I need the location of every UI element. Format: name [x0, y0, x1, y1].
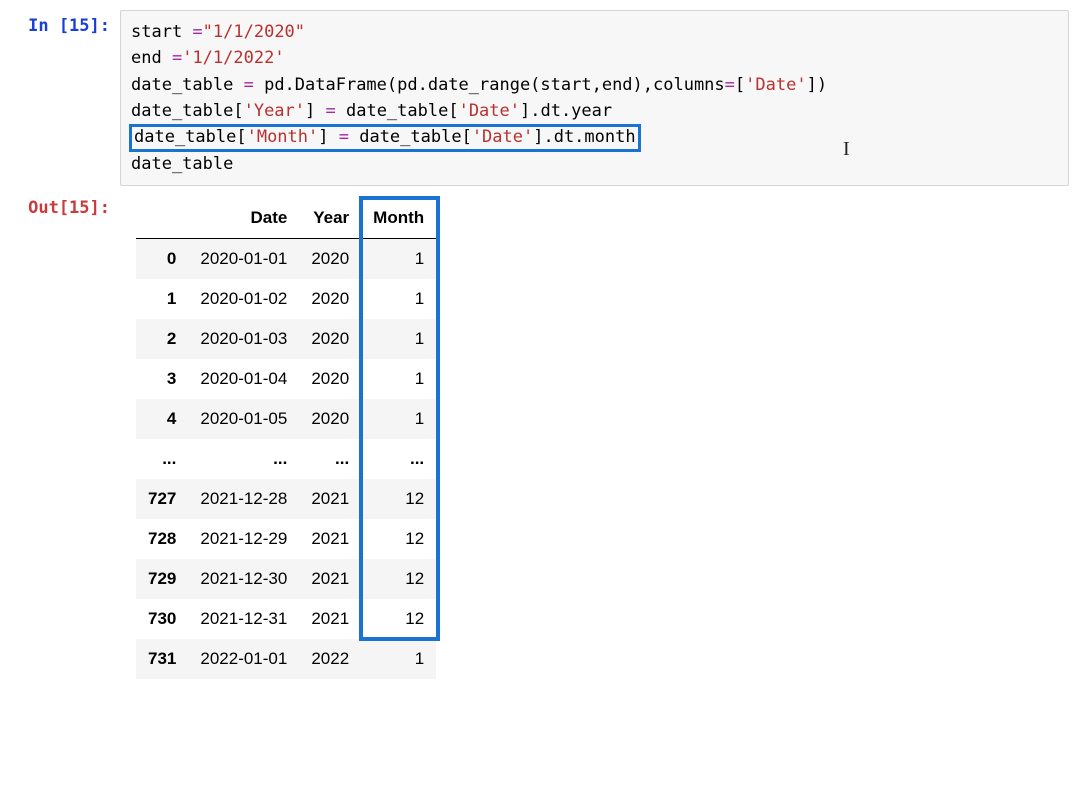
row-index: 730: [136, 599, 188, 639]
row-index: 1: [136, 279, 188, 319]
output-area: Date Year Month 02020-01-012020112020-01…: [120, 192, 1069, 684]
cell-month: ...: [361, 439, 436, 479]
cell-month: 12: [361, 599, 436, 639]
row-index: 731: [136, 639, 188, 679]
cell-date: 2021-12-28: [188, 479, 299, 519]
col-header-month: Month: [361, 198, 436, 239]
table-header-row: Date Year Month: [136, 198, 436, 239]
code-line-2: end ='1/1/2022': [131, 48, 285, 68]
cell-year: 2021: [299, 479, 361, 519]
col-header-year: Year: [299, 198, 361, 239]
code-input[interactable]: start ="1/1/2020" end ='1/1/2022' date_t…: [120, 10, 1069, 186]
cell-year: 2020: [299, 399, 361, 439]
cell-date: 2021-12-29: [188, 519, 299, 559]
cell-month: 1: [361, 359, 436, 399]
table-row: 42020-01-0520201: [136, 399, 436, 439]
row-index: 4: [136, 399, 188, 439]
table-row: 7302021-12-31202112: [136, 599, 436, 639]
text-cursor-icon: I: [843, 134, 850, 165]
row-index: 0: [136, 239, 188, 280]
cell-month: 12: [361, 559, 436, 599]
row-index: 727: [136, 479, 188, 519]
cell-year: 2021: [299, 599, 361, 639]
cell-date: 2021-12-30: [188, 559, 299, 599]
table-row: 7312022-01-0120221: [136, 639, 436, 679]
code-line-1: start ="1/1/2020": [131, 22, 305, 42]
table-row: 02020-01-0120201: [136, 239, 436, 280]
table-row: 7292021-12-30202112: [136, 559, 436, 599]
row-index: 2: [136, 319, 188, 359]
cell-date: 2020-01-05: [188, 399, 299, 439]
cell-date: 2020-01-03: [188, 319, 299, 359]
row-index: 3: [136, 359, 188, 399]
cell-year: 2020: [299, 279, 361, 319]
cell-month: 1: [361, 319, 436, 359]
cell-month: 1: [361, 639, 436, 679]
table-row: 7282021-12-29202112: [136, 519, 436, 559]
table-row: 32020-01-0420201: [136, 359, 436, 399]
row-index: 729: [136, 559, 188, 599]
code-line-5-highlighted: date_table['Month'] = date_table['Date']…: [131, 127, 639, 147]
code-line-6: date_table: [131, 154, 233, 174]
table-row: 7272021-12-28202112: [136, 479, 436, 519]
cell-date: 2020-01-02: [188, 279, 299, 319]
cell-date: ...: [188, 439, 299, 479]
output-cell: Out[15]: Date Year Month 02020-01-012020…: [10, 192, 1069, 684]
cell-date: 2020-01-04: [188, 359, 299, 399]
row-index: 728: [136, 519, 188, 559]
cell-year: 2022: [299, 639, 361, 679]
cell-month: 12: [361, 519, 436, 559]
dataframe-wrapper: Date Year Month 02020-01-012020112020-01…: [136, 198, 436, 679]
code-line-4: date_table['Year'] = date_table['Date'].…: [131, 101, 612, 121]
cell-year: 2021: [299, 559, 361, 599]
output-prompt: Out[15]:: [10, 192, 120, 218]
cell-year: 2020: [299, 239, 361, 280]
input-prompt: In [15]:: [10, 10, 120, 36]
cell-date: 2020-01-01: [188, 239, 299, 280]
dataframe-table: Date Year Month 02020-01-012020112020-01…: [136, 198, 436, 679]
table-row: 12020-01-0220201: [136, 279, 436, 319]
row-index: ...: [136, 439, 188, 479]
index-header-blank: [136, 198, 188, 239]
cell-year: ...: [299, 439, 361, 479]
cell-date: 2021-12-31: [188, 599, 299, 639]
table-row: 22020-01-0320201: [136, 319, 436, 359]
cell-year: 2020: [299, 359, 361, 399]
cell-month: 1: [361, 239, 436, 280]
cell-month: 12: [361, 479, 436, 519]
cell-year: 2021: [299, 519, 361, 559]
table-row-ellipsis: ............: [136, 439, 436, 479]
cell-month: 1: [361, 399, 436, 439]
col-header-date: Date: [188, 198, 299, 239]
cell-date: 2022-01-01: [188, 639, 299, 679]
cell-year: 2020: [299, 319, 361, 359]
cell-month: 1: [361, 279, 436, 319]
input-cell: In [15]: start ="1/1/2020" end ='1/1/202…: [10, 10, 1069, 186]
code-line-3: date_table = pd.DataFrame(pd.date_range(…: [131, 75, 827, 95]
